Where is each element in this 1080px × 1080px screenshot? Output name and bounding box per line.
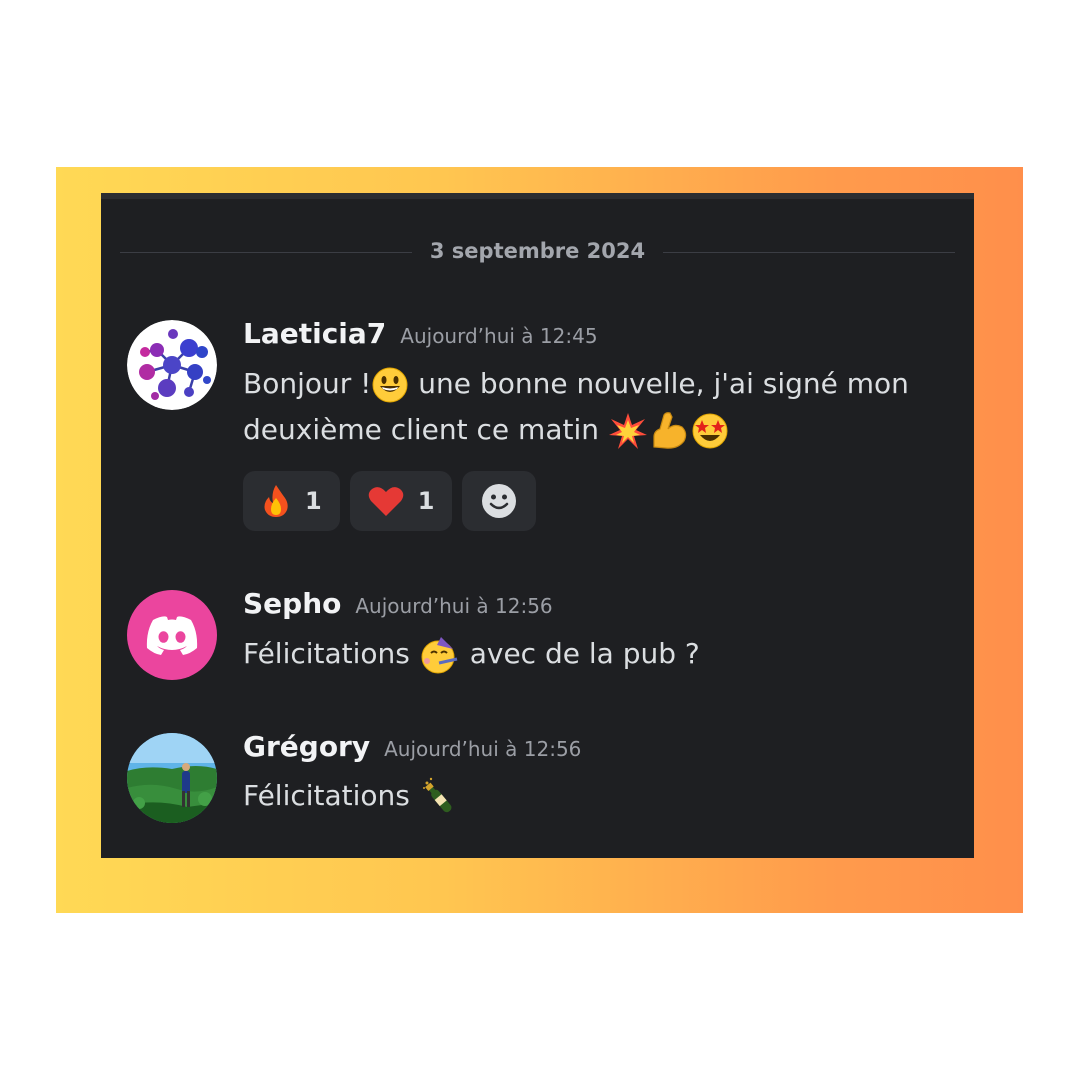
avatar-laeticia7[interactable] xyxy=(127,320,217,410)
date-divider: 3 septembre 2024 xyxy=(120,239,955,263)
author-name[interactable]: Sepho xyxy=(243,587,341,620)
message-timestamp: Aujourd’hui à 12:45 xyxy=(400,324,598,348)
divider-line-right xyxy=(663,252,955,253)
avatar-sepho[interactable] xyxy=(127,590,217,680)
star-struck-emoji-icon xyxy=(692,413,728,449)
message-text: avec de la pub ? xyxy=(469,637,700,670)
reaction-heart[interactable]: 1 xyxy=(349,471,453,531)
reaction-count: 1 xyxy=(417,487,435,515)
reaction-fire[interactable]: 1 xyxy=(243,471,340,531)
panel-top-border xyxy=(101,193,974,199)
discord-logo-icon xyxy=(146,616,198,655)
message-text: deuxième client ce matin xyxy=(243,413,599,446)
champagne-bottle-emoji-icon xyxy=(422,777,452,813)
message-timestamp: Aujourd’hui à 12:56 xyxy=(384,737,582,761)
partying-face-emoji-icon xyxy=(421,637,458,674)
flexed-biceps-emoji-icon xyxy=(653,412,687,449)
message-text: Bonjour ! xyxy=(243,367,372,400)
message-content: Félicitations avec de la pub ? xyxy=(243,631,963,677)
fire-icon xyxy=(264,485,288,517)
heart-icon xyxy=(368,487,403,516)
smiley-emoji-icon xyxy=(372,367,408,403)
author-name[interactable]: Grégory xyxy=(243,730,370,763)
author-name[interactable]: Laeticia7 xyxy=(243,317,386,350)
landscape-photo-icon xyxy=(127,733,217,823)
add-reaction-button[interactable] xyxy=(462,471,537,531)
message-text: Félicitations xyxy=(243,637,410,670)
message-line-1: Bonjour ! une bonne nouvelle, j'ai signé… xyxy=(243,361,963,407)
reaction-count: 1 xyxy=(305,487,322,515)
add-reaction-icon xyxy=(482,484,517,518)
message-timestamp: Aujourd’hui à 12:56 xyxy=(355,594,553,618)
network-logo-icon xyxy=(127,320,217,410)
message-content: Félicitations xyxy=(243,773,963,819)
message-header: Grégory Aujourd’hui à 12:56 xyxy=(243,730,581,763)
reactions-bar: 1 1 xyxy=(243,471,537,531)
chat-panel: 3 septembre 2024 Laeticia7 Aujourd’hui à… xyxy=(101,193,974,858)
date-divider-label: 3 septembre 2024 xyxy=(429,239,646,263)
avatar-gregory[interactable] xyxy=(127,733,217,823)
message-text: une bonne nouvelle, j'ai signé mon xyxy=(418,367,909,400)
message-header: Sepho Aujourd’hui à 12:56 xyxy=(243,587,553,620)
message-header: Laeticia7 Aujourd’hui à 12:45 xyxy=(243,317,598,350)
collision-emoji-icon xyxy=(608,413,647,449)
message-content: Bonjour ! une bonne nouvelle, j'ai signé… xyxy=(243,361,963,453)
message-line-2: deuxième client ce matin xyxy=(243,407,963,453)
message-text: Félicitations xyxy=(243,779,410,812)
